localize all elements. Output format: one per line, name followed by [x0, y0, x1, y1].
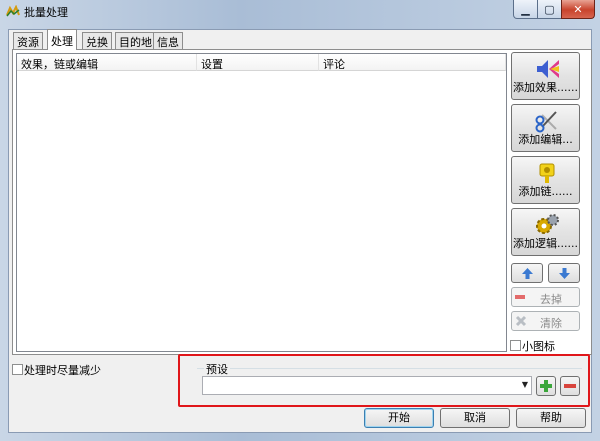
scissors-icon [535, 111, 557, 133]
add-edit-button[interactable]: 添加编辑... [511, 104, 580, 152]
small-icons-checkbox[interactable] [510, 340, 521, 351]
start-label: 开始 [388, 411, 410, 424]
title-bar: 批量处理 ▁ ▢ ✕ [0, 0, 600, 22]
minimize-while-processing-checkbox[interactable] [12, 364, 23, 375]
chain-plug-icon [539, 163, 555, 183]
move-up-button[interactable] [511, 263, 543, 283]
cancel-label: 取消 [464, 411, 486, 424]
start-button[interactable]: 开始 [364, 408, 434, 428]
window-title: 批量处理 [24, 6, 68, 19]
add-effect-label: 添加效果...... [513, 81, 578, 94]
tab-convert[interactable]: 兑换 [82, 32, 112, 49]
column-label: 设置 [201, 58, 223, 71]
maximize-icon: ▢ [544, 2, 555, 16]
minus-icon [515, 295, 525, 299]
clear-button[interactable]: 清除 [511, 311, 580, 331]
maximize-button[interactable]: ▢ [537, 0, 562, 19]
add-chain-button[interactable]: 添加链...... [511, 156, 580, 204]
arrow-down-icon [559, 268, 570, 279]
tab-label: 兑换 [86, 36, 108, 49]
add-chain-label: 添加链...... [518, 185, 573, 198]
effects-list[interactable]: 效果，链或编辑 设置 评论 [16, 53, 507, 352]
minimize-icon: ▁ [521, 2, 530, 16]
tab-resources[interactable]: 资源 [13, 32, 43, 49]
column-label: 评论 [323, 58, 345, 71]
move-down-button[interactable] [548, 263, 580, 283]
remove-button[interactable]: 去掉 [511, 287, 580, 307]
remove-label: 去掉 [540, 293, 562, 306]
help-label: 帮助 [540, 411, 562, 424]
help-button[interactable]: 帮助 [516, 408, 586, 428]
app-icon [6, 5, 20, 17]
column-header-comment[interactable]: 评论 [319, 54, 506, 71]
small-icons-label: 小图标 [522, 340, 555, 353]
tab-process[interactable]: 处理 [47, 29, 77, 50]
minimize-button[interactable]: ▁ [513, 0, 538, 19]
gears-icon [536, 214, 559, 234]
tab-label: 资源 [17, 36, 39, 49]
tab-destination[interactable]: 目的地 [115, 32, 156, 49]
tab-label: 信息 [157, 36, 179, 49]
column-label: 效果，链或编辑 [21, 58, 98, 71]
add-logic-button[interactable]: 添加逻辑...... [511, 208, 580, 256]
add-effect-button[interactable]: 添加效果...... [511, 52, 580, 100]
add-edit-label: 添加编辑... [518, 133, 573, 146]
clear-label: 清除 [540, 317, 562, 330]
tab-info[interactable]: 信息 [153, 32, 183, 49]
add-logic-label: 添加逻辑...... [513, 237, 578, 250]
column-header-settings[interactable]: 设置 [197, 54, 319, 71]
speaker-effect-icon [537, 60, 559, 78]
column-header-effect[interactable]: 效果，链或编辑 [17, 54, 197, 71]
close-icon: ✕ [573, 2, 583, 16]
close-button[interactable]: ✕ [561, 0, 595, 19]
minimize-while-processing-label: 处理时尽量减少 [24, 364, 101, 377]
clear-x-icon [515, 315, 527, 327]
cancel-button[interactable]: 取消 [440, 408, 510, 428]
arrow-up-icon [522, 268, 533, 279]
highlight-box [178, 354, 590, 407]
tab-label: 目的地 [119, 36, 152, 49]
tab-label: 处理 [51, 35, 73, 48]
